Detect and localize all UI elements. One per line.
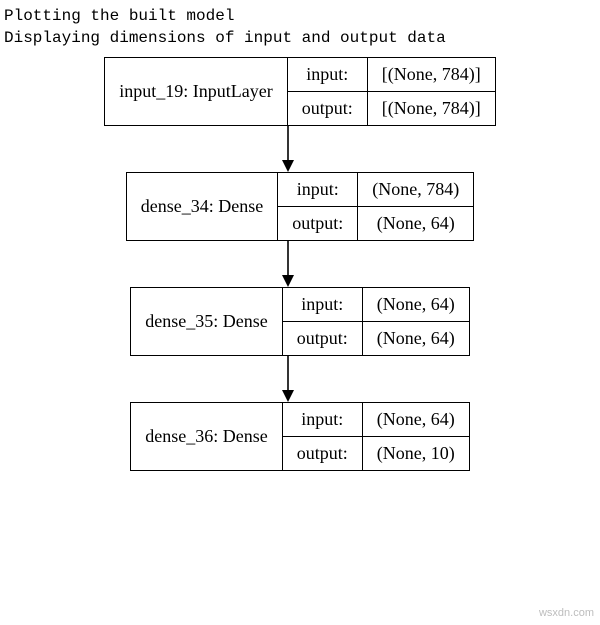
layer-box: dense_36: Dense input: (None, 64) output… [130,402,469,471]
layer-input-shape: [(None, 784)] [367,58,495,92]
layer-box: dense_35: Dense input: (None, 64) output… [130,287,469,356]
layer-box: dense_34: Dense input: (None, 784) outpu… [126,172,474,241]
io-label-input: input: [287,58,367,92]
arrow-icon [280,356,296,402]
layer-name: dense_34: Dense [126,173,277,241]
layer-name: input_19: InputLayer [105,58,287,126]
layer-output-shape: [(None, 784)] [367,92,495,126]
layer-input-shape: (None, 784) [358,173,474,207]
layer-output-shape: (None, 10) [362,437,469,471]
caption: Plotting the built model Displaying dime… [0,0,600,57]
arrow-icon [280,241,296,287]
layer-name: dense_35: Dense [131,288,282,356]
layer-box: input_19: InputLayer input: [(None, 784)… [104,57,495,126]
io-label-output: output: [282,322,362,356]
io-label-input: input: [282,403,362,437]
watermark: wsxdn.com [539,607,594,619]
caption-line-2: Displaying dimensions of input and outpu… [4,29,446,47]
arrow-icon [280,126,296,172]
model-diagram: input_19: InputLayer input: [(None, 784)… [0,57,600,471]
io-label-output: output: [287,92,367,126]
layer-output-shape: (None, 64) [362,322,469,356]
layer-output-shape: (None, 64) [358,207,474,241]
caption-line-1: Plotting the built model [4,7,234,25]
io-label-input: input: [282,288,362,322]
layer-input-shape: (None, 64) [362,288,469,322]
io-label-input: input: [278,173,358,207]
layer-name: dense_36: Dense [131,403,282,471]
io-label-output: output: [282,437,362,471]
io-label-output: output: [278,207,358,241]
layer-input-shape: (None, 64) [362,403,469,437]
